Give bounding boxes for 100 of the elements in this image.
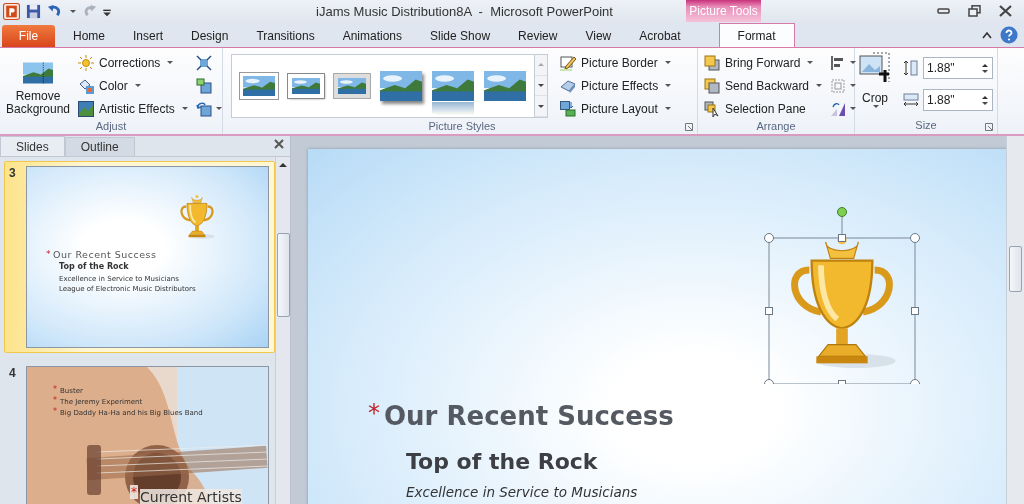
slide-title: Our Recent Success	[384, 401, 674, 431]
more-button[interactable]	[535, 96, 547, 117]
dropdown-arrow-icon	[816, 84, 823, 87]
picture-style-option[interactable]	[432, 71, 474, 101]
ribbon-button[interactable]: Picture Layout	[558, 98, 674, 119]
slide-subtitle: Top of the Rock	[406, 449, 598, 474]
restore-icon[interactable]	[968, 5, 981, 17]
scroll-down-button[interactable]	[535, 75, 547, 97]
compress-icon	[195, 54, 212, 71]
thumbnail-subtitle: Top of the Rock	[59, 262, 129, 271]
bullet-marker: *	[53, 407, 57, 416]
ribbon-tab[interactable]: Home	[59, 25, 119, 47]
dropdown-arrow-icon	[850, 107, 857, 110]
pencil-icon	[560, 54, 576, 71]
ribbon-button[interactable]: Color	[76, 75, 190, 96]
reset-picture-icon	[195, 100, 212, 117]
window-title: iJams Music Distribution8A - Microsoft PowerPoint	[315, 2, 614, 21]
ribbon-tab[interactable]: Transitions	[242, 25, 329, 47]
group-label: Picture Styles	[231, 119, 693, 134]
rotate-icon	[830, 100, 847, 117]
slide-number: 3	[9, 166, 17, 182]
remove-background-button[interactable]: Remove Background	[4, 52, 72, 119]
landscape-icon	[484, 71, 526, 101]
ribbon-tab[interactable]: View	[571, 25, 626, 47]
close-icon[interactable]	[274, 139, 284, 149]
dropdown-arrow-icon	[134, 84, 141, 87]
group-label: Size	[859, 118, 993, 134]
picture-style-option[interactable]	[334, 74, 370, 98]
dropdown-arrow-icon	[181, 107, 188, 110]
height-spin-box[interactable]: 1.88"	[923, 57, 993, 79]
sun-icon	[78, 54, 94, 71]
dropdown-arrow-icon	[215, 107, 222, 110]
height-icon	[903, 60, 919, 76]
thumbnail-title: Current Artists	[140, 489, 242, 504]
save-icon[interactable]	[26, 3, 41, 19]
pane-tab[interactable]: Slides	[0, 136, 65, 156]
dropdown-arrow-icon	[850, 84, 857, 87]
dropdown-arrow-icon	[850, 61, 857, 64]
ribbon-button[interactable]: Corrections	[76, 52, 190, 73]
selection-frame[interactable]	[763, 206, 921, 384]
ribbon-tab[interactable]: Slide Show	[416, 25, 505, 47]
pane-tab[interactable]: Outline	[64, 137, 135, 156]
contextual-tab-header: Picture Tools	[686, 0, 761, 22]
help-icon[interactable]	[1000, 26, 1018, 44]
paint-bucket-icon	[78, 77, 94, 94]
minimize-icon[interactable]	[937, 5, 950, 17]
crop-icon	[859, 52, 891, 84]
ribbon-button[interactable]: Send Backward	[702, 75, 825, 96]
dialog-launcher-icon[interactable]	[985, 123, 993, 131]
group-icon	[830, 77, 847, 94]
close-icon[interactable]	[999, 5, 1012, 17]
dropdown-arrow-icon	[665, 84, 672, 87]
bring-forward-icon	[704, 54, 720, 71]
slide-text: Excellence in Service to Musicians	[406, 484, 638, 500]
ribbon-tab[interactable]: Review	[504, 25, 572, 47]
dropdown-arrow-icon	[664, 107, 671, 110]
ribbon-button[interactable]: Picture Effects	[558, 75, 674, 96]
ribbon-tab[interactable]: Acrobat	[625, 25, 695, 47]
undo-icon[interactable]	[47, 3, 62, 19]
bullet-marker: *	[130, 485, 138, 499]
bullet-marker: *	[53, 385, 57, 394]
width-icon	[903, 92, 919, 108]
group-label: Arrange	[755, 119, 797, 134]
ribbon-tab[interactable]: Design	[177, 25, 243, 47]
dropdown-arrow-icon[interactable]	[70, 9, 76, 13]
send-backward-icon	[704, 77, 720, 94]
picture-style-option[interactable]	[484, 71, 526, 101]
collapse-ribbon-icon[interactable]	[982, 31, 992, 39]
ribbon-tab[interactable]: Animations	[328, 25, 416, 47]
scrollbar[interactable]	[275, 157, 290, 504]
ribbon-tab[interactable]: Insert	[119, 25, 178, 47]
scrollbar[interactable]	[1006, 136, 1024, 504]
ribbon-button[interactable]: Selection Pane	[702, 98, 825, 119]
landscape-icon	[292, 78, 320, 94]
landscape-icon	[432, 71, 474, 101]
height-field[interactable]: 1.88"	[924, 61, 978, 75]
crop-button[interactable]: Crop	[859, 52, 891, 118]
ribbon-button[interactable]: Artistic Effects	[76, 98, 190, 119]
slide-number: 4	[9, 366, 17, 382]
app-icon[interactable]	[3, 2, 20, 20]
dropdown-arrow-icon	[664, 61, 671, 64]
landscape-icon	[338, 78, 366, 94]
ribbon-button[interactable]: Bring Forward	[702, 52, 825, 73]
picture-style-option[interactable]	[380, 71, 422, 101]
dialog-launcher-icon[interactable]	[685, 123, 693, 131]
ribbon-button[interactable]: Picture Border	[558, 52, 674, 73]
dropdown-arrow-icon	[873, 105, 879, 108]
group-label: Adjust	[94, 119, 128, 134]
art-image-icon	[78, 100, 94, 117]
landscape-icon	[380, 71, 422, 101]
bullet-marker: *	[53, 396, 57, 405]
ribbon-tab[interactable]: Format	[718, 23, 795, 47]
dropdown-arrow-icon	[807, 61, 814, 64]
thumbnail-title: Our Recent Success	[53, 249, 157, 260]
selection-pane-icon	[704, 100, 720, 117]
width-field[interactable]: 1.88"	[924, 93, 978, 107]
layout-icon	[560, 100, 576, 117]
width-spin-box[interactable]: 1.88"	[923, 89, 993, 111]
bullet-marker: *	[46, 249, 51, 259]
landscape-icon	[23, 60, 53, 86]
